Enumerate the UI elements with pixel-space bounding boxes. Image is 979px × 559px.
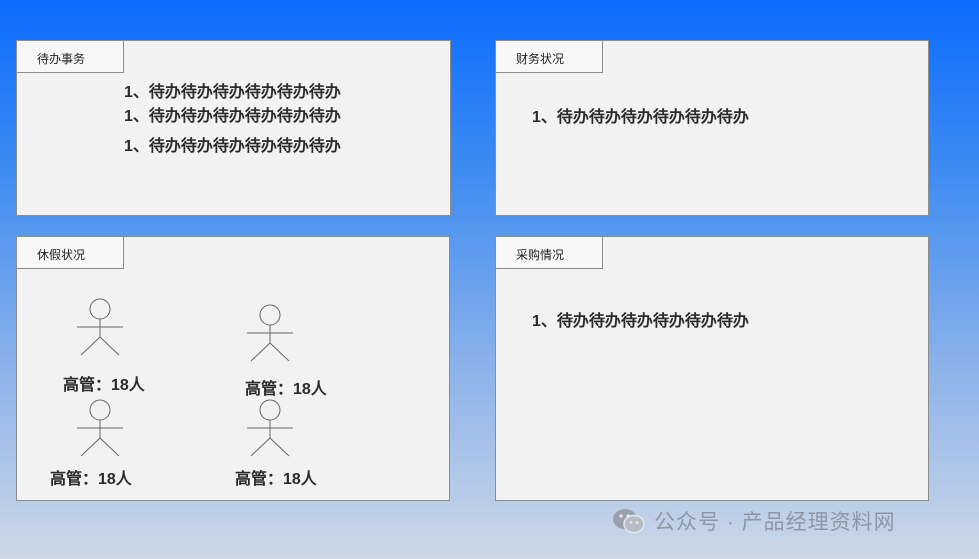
person-caption: 高管：18人 [63, 377, 145, 394]
person-icon [247, 304, 293, 362]
todo-item: 1、待办待办待办待办待办待办 [124, 138, 341, 155]
person-caption: 高管：18人 [50, 471, 132, 488]
leave-panel-tab[interactable]: 休假状况 [16, 236, 124, 269]
todo-item: 1、待办待办待办待办待办待办 [124, 84, 341, 101]
todo-panel-tab[interactable]: 待办事务 [16, 40, 124, 73]
person-icon [77, 298, 123, 356]
person-icon [247, 399, 293, 457]
person-caption: 高管：18人 [245, 381, 327, 398]
todo-item: 1、待办待办待办待办待办待办 [124, 108, 341, 125]
purchase-panel-tab[interactable]: 采购情况 [495, 236, 603, 269]
watermark: 公众号 · 产品经理资料网 [612, 506, 896, 536]
person-icon [77, 399, 123, 457]
person-caption: 高管：18人 [235, 471, 317, 488]
leave-panel: 休假状况 高管：18人 高管：18人 高管：18人 高管：18人 [16, 236, 450, 501]
finance-item: 1、待办待办待办待办待办待办 [532, 109, 749, 126]
todo-panel: 待办事务 1、待办待办待办待办待办待办 1、待办待办待办待办待办待办 1、待办待… [16, 40, 451, 216]
finance-panel-tab[interactable]: 财务状况 [495, 40, 603, 73]
purchase-item: 1、待办待办待办待办待办待办 [532, 313, 749, 330]
watermark-text: 公众号 · 产品经理资料网 [654, 511, 896, 534]
wechat-icon [613, 509, 645, 534]
finance-panel: 财务状况 1、待办待办待办待办待办待办 [495, 40, 929, 216]
purchase-panel: 采购情况 1、待办待办待办待办待办待办 [495, 236, 929, 501]
